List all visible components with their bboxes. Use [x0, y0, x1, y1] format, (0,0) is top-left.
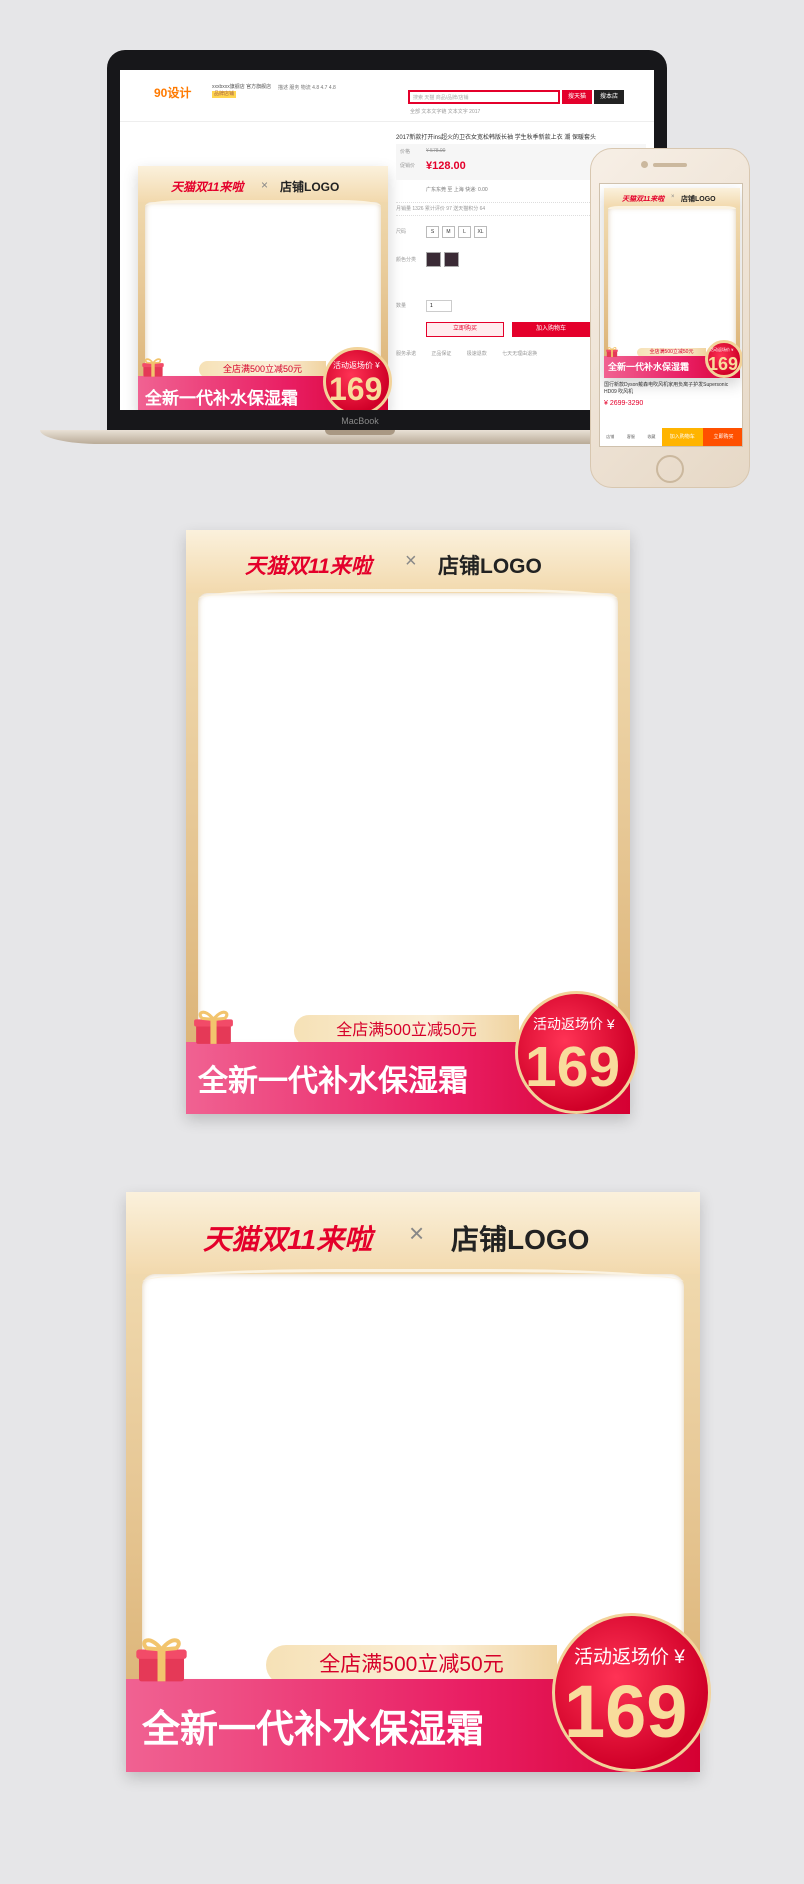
tab-store[interactable]: 店铺: [600, 428, 621, 446]
phone-product-price: ¥ 2699-3290: [604, 400, 644, 407]
frame-arc: [145, 200, 381, 206]
store-info: xxxbxxx旗舰店 官方旗舰店 品牌店铺: [212, 84, 272, 98]
tab-favorite[interactable]: 收藏: [641, 428, 662, 446]
tmall-double11-title: 天猫双11来啦: [622, 196, 665, 203]
product-name: 全新一代补水保湿霜: [142, 1709, 485, 1751]
site-header: 90设计 xxxbxxx旗舰店 官方旗舰店 品牌店铺 描述 服务 物流 4.8 …: [120, 70, 654, 122]
search-input[interactable]: 搜索 天猫 商品/品牌/店铺: [408, 90, 560, 104]
price-now: ¥128.00: [426, 160, 466, 172]
size-label: 尺码: [396, 229, 407, 235]
product-title: 2017新款打开ins超火的卫衣女宽松韩版长袖 学生秋季新款上衣 潮 保暖套头: [396, 135, 597, 141]
store-logo: 店铺LOGO: [451, 1224, 590, 1255]
size-option[interactable]: M: [442, 226, 455, 238]
phone-product-title: 国行新款Dyson戴森电吹风机家用负离子护发Supersonic HD09 吹风…: [604, 382, 729, 395]
price-value: 169: [708, 354, 739, 374]
laptop-brand: MacBook: [341, 416, 379, 426]
size-option[interactable]: XL: [474, 226, 487, 238]
price-label: 活动返场价 ¥: [533, 1016, 615, 1032]
camera-icon: [641, 161, 648, 168]
frame-image-area: [608, 207, 736, 360]
laptop-notch: [325, 430, 395, 435]
tmall-double11-title: 天猫双11来啦: [203, 1224, 373, 1255]
buy-now-button[interactable]: 立即购买: [426, 322, 504, 337]
store-logo: 店铺LOGO: [681, 196, 716, 203]
price-value: 169: [525, 1035, 621, 1099]
header-links[interactable]: 全部 文本文字链 文本文字 2017: [410, 108, 480, 115]
product-name: 全新一代补水保湿霜: [145, 389, 298, 408]
color-swatch[interactable]: [426, 252, 441, 267]
qty-label: 数量: [396, 303, 407, 309]
quantity-stepper[interactable]: 1: [426, 300, 452, 312]
x-separator: ×: [671, 194, 675, 200]
laptop-screen: 90设计 xxxbxxx旗舰店 官方旗舰店 品牌店铺 描述 服务 物流 4.8 …: [120, 70, 654, 410]
color-label: 颜色分类: [396, 257, 417, 263]
phone-buy-now-button[interactable]: 立即购买: [702, 428, 742, 446]
price-label: 活动返场价 ¥: [710, 347, 734, 352]
frame-arc: [198, 589, 618, 599]
price-old: ¥ 578.00: [426, 148, 446, 154]
price-label: 活动返场价 ¥: [574, 1647, 685, 1668]
speaker-icon: [653, 163, 687, 167]
tab-service[interactable]: 客服: [621, 428, 642, 446]
store-name: xxxbxxx旗舰店 官方旗舰店: [212, 84, 272, 90]
search-store-button[interactable]: 搜本店: [594, 90, 624, 104]
add-to-cart-button[interactable]: 加入购物车: [512, 322, 590, 337]
tmall-double11-title: 天猫双11来啦: [245, 555, 372, 578]
home-button[interactable]: [656, 455, 684, 483]
phone-mockup: 天猫双11来啦 × 店铺LOGO 全店满500立减50元 全新一代补水保湿霜 活…: [590, 148, 750, 488]
size-option[interactable]: S: [426, 226, 439, 238]
price-label: 活动返场价 ¥: [333, 361, 380, 370]
phone-bottom-bar: 店铺 客服 收藏 加入购物车 立即购买: [600, 428, 742, 446]
gift-box-icon: [136, 1638, 187, 1682]
gift-box-icon: [606, 347, 618, 357]
price-label-old: 价格: [400, 149, 411, 155]
search-tmall-button[interactable]: 搜天猫: [562, 90, 592, 104]
product-frame-portrait: 天猫双11来啦 × 店铺LOGO 全店满500立减50元 全新一代补水保湿霜 活…: [186, 530, 638, 1114]
store-rating: 描述 服务 物流 4.8 4.7 4.8: [278, 85, 336, 91]
frame-arc: [608, 206, 736, 209]
shipping-info: 广东东莞 至 上海 快递: 0.00: [426, 187, 488, 193]
store-logo: 店铺LOGO: [280, 180, 340, 194]
site-logo: 90设计: [154, 86, 192, 100]
product-frame-laptop: 天猫双11来啦 × 店铺LOGO 全店满500立减50元 全新一代补水保湿霜 活…: [138, 166, 392, 410]
frame-image-area: [198, 593, 618, 1046]
price-value: 169: [329, 371, 383, 407]
product-name: 全新一代补水保湿霜: [198, 1065, 468, 1098]
price-label-now: 促销价: [400, 163, 416, 169]
color-swatch[interactable]: [444, 252, 459, 267]
x-separator: ×: [405, 550, 417, 572]
frame-arc: [142, 1269, 684, 1282]
service-info: 服务承诺 正品保证 极速退款 七天无理由退换: [396, 351, 538, 357]
phone-screen: 天猫双11来啦 × 店铺LOGO 全店满500立减50元 全新一代补水保湿霜 活…: [599, 183, 743, 447]
product-frame-square: 天猫双11来啦 × 店铺LOGO 全店满500立减50元 全新一代补水保湿霜 活…: [126, 1192, 711, 1772]
store-badge: 品牌店铺: [212, 91, 237, 98]
product-name: 全新一代补水保湿霜: [608, 362, 690, 372]
gift-box-icon: [142, 358, 164, 377]
laptop-mockup: 90设计 xxxbxxx旗舰店 官方旗舰店 品牌店铺 描述 服务 物流 4.8 …: [40, 46, 680, 446]
size-option[interactable]: L: [458, 226, 471, 238]
x-separator: ×: [409, 1218, 425, 1248]
price-value: 169: [564, 1670, 688, 1753]
product-frame-phone: 天猫双11来啦 × 店铺LOGO 全店满500立减50元 全新一代补水保湿霜 活…: [604, 188, 742, 378]
x-separator: ×: [261, 178, 269, 192]
tmall-double11-title: 天猫双11来啦: [171, 180, 244, 194]
phone-add-to-cart-button[interactable]: 加入购物车: [661, 428, 703, 446]
gift-box-icon: [194, 1010, 233, 1044]
store-logo: 店铺LOGO: [438, 555, 542, 578]
